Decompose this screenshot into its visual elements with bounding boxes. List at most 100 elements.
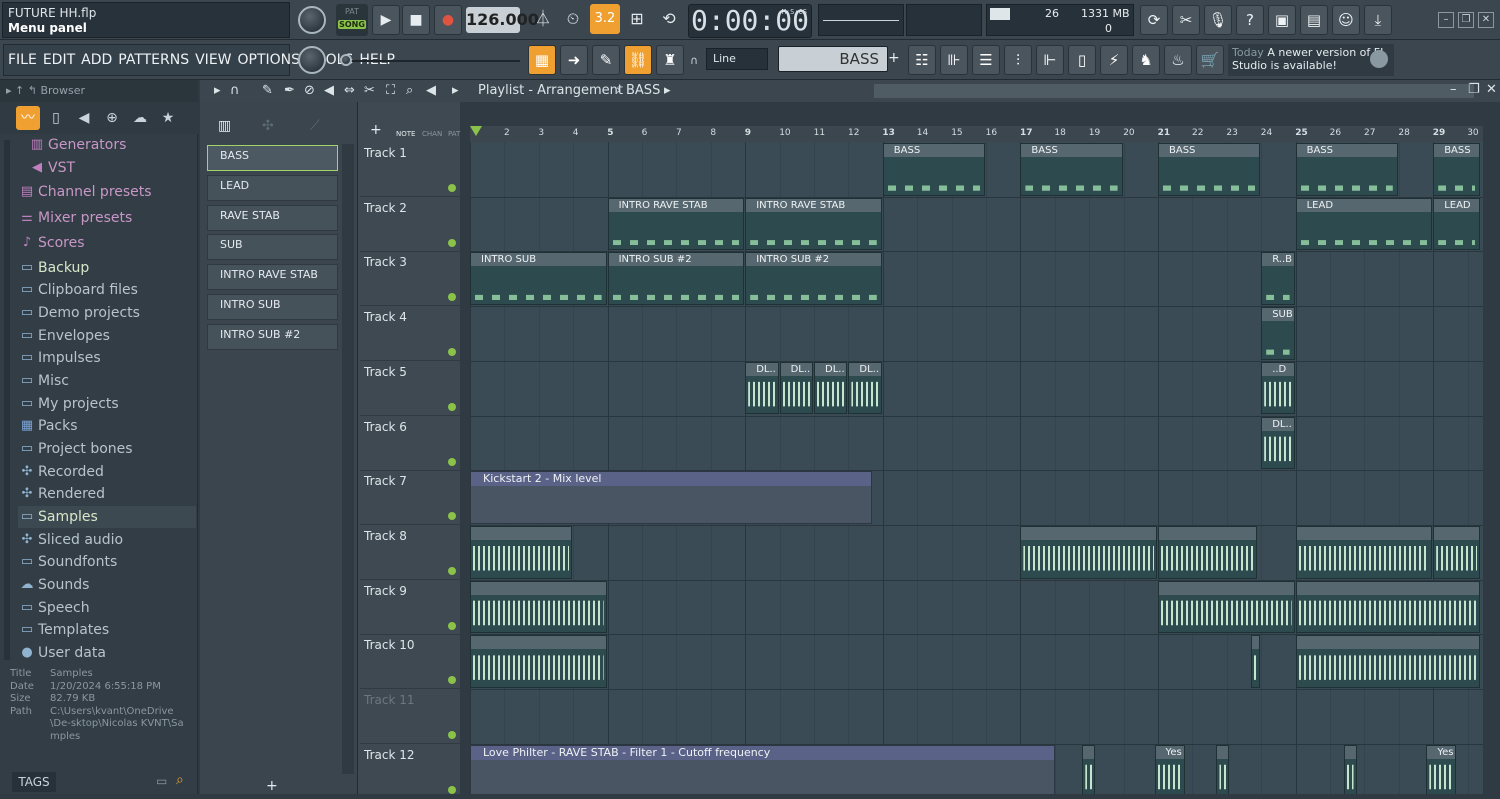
select-icon[interactable]: ⛶	[386, 83, 395, 98]
browser-item-generators[interactable]: ▥ Generators	[28, 134, 206, 156]
pattern-clip[interactable]: INTRO SUB	[470, 252, 607, 306]
zoom-icon[interactable]: ⌕	[406, 83, 413, 98]
browser-item-vst[interactable]: ◀ VST	[28, 157, 206, 179]
maximize-icon[interactable]: ❐	[1458, 12, 1474, 28]
pattern-clip[interactable]: LEAD	[1295, 197, 1433, 251]
download-icon[interactable]: ⤓	[1364, 5, 1392, 35]
channel-intro-sub[interactable]: INTRO SUB	[207, 294, 338, 320]
stamp-icon[interactable]: ♜	[656, 45, 684, 75]
save-new-icon[interactable]: ▤	[1300, 5, 1328, 35]
folder-icon[interactable]: ▭	[156, 774, 167, 788]
tempo-display[interactable]: 126.000	[466, 7, 539, 33]
pattern-clip[interactable]: DL..	[1261, 416, 1295, 470]
chat-icon[interactable]: ☺	[1332, 5, 1360, 35]
cut-icon[interactable]: ✂	[1172, 5, 1200, 35]
record-button[interactable]: ●	[434, 5, 462, 35]
overview-strip[interactable]	[874, 84, 1474, 98]
playlist-menu-arrow[interactable]: ▸	[214, 83, 221, 98]
pattern-selector[interactable]: BASS	[778, 46, 888, 72]
blend-notes-icon[interactable]: ⊞	[622, 4, 652, 34]
add-track-button[interactable]: +	[370, 122, 382, 138]
time-display[interactable]: 0:00:00 M:S:CS	[688, 4, 812, 38]
pattern-clip[interactable]	[1158, 580, 1295, 634]
play-button[interactable]: ▶	[372, 5, 400, 35]
automation-clip[interactable]: Love Philter - RAVE STAB - Filter 1 - Cu…	[470, 744, 1055, 794]
track-mute-led[interactable]	[448, 238, 456, 247]
pattern-clip[interactable]: INTRO SUB #2	[607, 252, 745, 306]
playback-icon[interactable]: ◀	[426, 83, 436, 98]
browser-item-scores[interactable]: ♪ Scores	[18, 232, 196, 254]
piano-roll-icon[interactable]: ▦	[528, 45, 556, 75]
browser-item-speech[interactable]: ▭ Speech	[18, 597, 196, 619]
track-header[interactable]: Track 3	[360, 252, 460, 307]
channel-rack-icon[interactable]: ☰	[972, 45, 1000, 75]
track-mute-led[interactable]	[448, 348, 456, 357]
search-icon[interactable]: ⌕	[176, 772, 184, 788]
track-header[interactable]: Track 6	[360, 417, 460, 471]
menu-patterns[interactable]: PATTERNS	[118, 52, 189, 68]
browser-item-packs[interactable]: ▦ Packs	[18, 415, 196, 437]
pattern-clip[interactable]	[1082, 744, 1096, 794]
browser-item-demo-projects[interactable]: ▭ Demo projects	[18, 302, 196, 324]
track-mute-led[interactable]	[448, 184, 456, 192]
pattern-clip[interactable]	[1295, 525, 1433, 579]
track-header[interactable]: Track 9	[360, 581, 460, 635]
timeline-ruler[interactable]: 2 3 4 5 6 7 8 9 10 11 12 13 14 15 16 17 18 19 20 21 22 23 24 25…	[470, 126, 1483, 142]
browser-item-mixer-presets[interactable]: ⚌ Mixer presets	[18, 207, 196, 229]
browser-item-backup[interactable]: ▭ Backup	[18, 257, 196, 279]
pat-song-toggle[interactable]: PAT SONG	[336, 4, 368, 36]
cloud-tab-icon[interactable]: ☁	[128, 106, 152, 130]
line-mode-select[interactable]: Line	[706, 48, 768, 70]
browser-item-templates[interactable]: ▭ Templates	[18, 619, 196, 641]
pl-maximize-icon[interactable]: ❐	[1468, 82, 1480, 97]
pattern-clip[interactable]	[1433, 525, 1481, 579]
channel-lead[interactable]: LEAD	[207, 174, 338, 201]
track-mute-led[interactable]	[448, 457, 456, 466]
pl-close-icon[interactable]: ✕	[1486, 82, 1497, 97]
playhead-marker[interactable]	[470, 126, 482, 136]
link-icon[interactable]: ⛓	[624, 45, 652, 75]
minimize-icon[interactable]: –	[1438, 12, 1454, 28]
pattern-clip[interactable]: INTRO RAVE STAB	[745, 197, 882, 251]
track-mute-led[interactable]	[448, 512, 456, 521]
plugin-icon[interactable]: ⚡	[1100, 45, 1128, 75]
project-tree-icon[interactable]: ⊩	[1036, 45, 1064, 75]
tab-chan[interactable]: CHAN	[422, 130, 442, 138]
tags-button[interactable]: TAGS	[12, 772, 56, 792]
track-header[interactable]: Track 12	[360, 745, 460, 799]
master-volume-knob[interactable]	[298, 6, 326, 34]
channel-scrollbar[interactable]	[342, 144, 354, 774]
browser-item-clipboard-files[interactable]: ▭ Clipboard files	[18, 279, 196, 301]
pattern-clip[interactable]: DL..	[848, 361, 882, 415]
loop-record-icon[interactable]: ⟲	[654, 4, 684, 34]
track-mute-led[interactable]	[448, 785, 456, 794]
pattern-clip[interactable]: BASS	[1295, 143, 1398, 196]
globe-icon[interactable]	[1370, 50, 1388, 68]
save-icon[interactable]: ▣	[1268, 5, 1296, 35]
track-header[interactable]: Track 11	[360, 690, 460, 744]
files-tab-icon[interactable]: ▯	[44, 106, 68, 130]
metronome-icon[interactable]: ⏃	[528, 4, 558, 34]
pattern-clip[interactable]: DL..	[779, 361, 813, 415]
master-pitch-knob[interactable]	[298, 46, 326, 74]
browser-scrollbar[interactable]	[4, 140, 10, 660]
channel-sub[interactable]: SUB	[207, 234, 338, 261]
track-header[interactable]: Track 1	[360, 143, 460, 197]
browser-item-rendered[interactable]: ✣ Rendered	[18, 483, 196, 505]
add-pattern-button[interactable]: +	[888, 50, 900, 68]
browser-item-project-bones[interactable]: ▭ Project bones	[18, 438, 196, 460]
playlist-icon[interactable]: ☷	[908, 45, 936, 75]
menu-add[interactable]: ADD	[81, 52, 112, 68]
title-box[interactable]: FUTURE HH.flp Menu panel	[2, 2, 290, 38]
track-mute-led[interactable]	[448, 566, 456, 575]
track-mute-led[interactable]	[448, 402, 456, 411]
browser-item-impulses[interactable]: ▭ Impulses	[18, 347, 196, 369]
browser-item-misc[interactable]: ▭ Misc	[18, 370, 196, 392]
close-icon[interactable]: ✕	[1478, 12, 1494, 28]
channel-intro-rave-stab[interactable]: INTRO RAVE STAB	[207, 264, 338, 291]
channel-intro-sub-2[interactable]: INTRO SUB #2	[207, 323, 338, 350]
stop-button[interactable]: ■	[402, 5, 430, 35]
pattern-clip[interactable]	[470, 635, 607, 688]
pattern-clip[interactable]: BASS	[882, 143, 985, 196]
draw-icon[interactable]: ✎	[262, 83, 273, 98]
